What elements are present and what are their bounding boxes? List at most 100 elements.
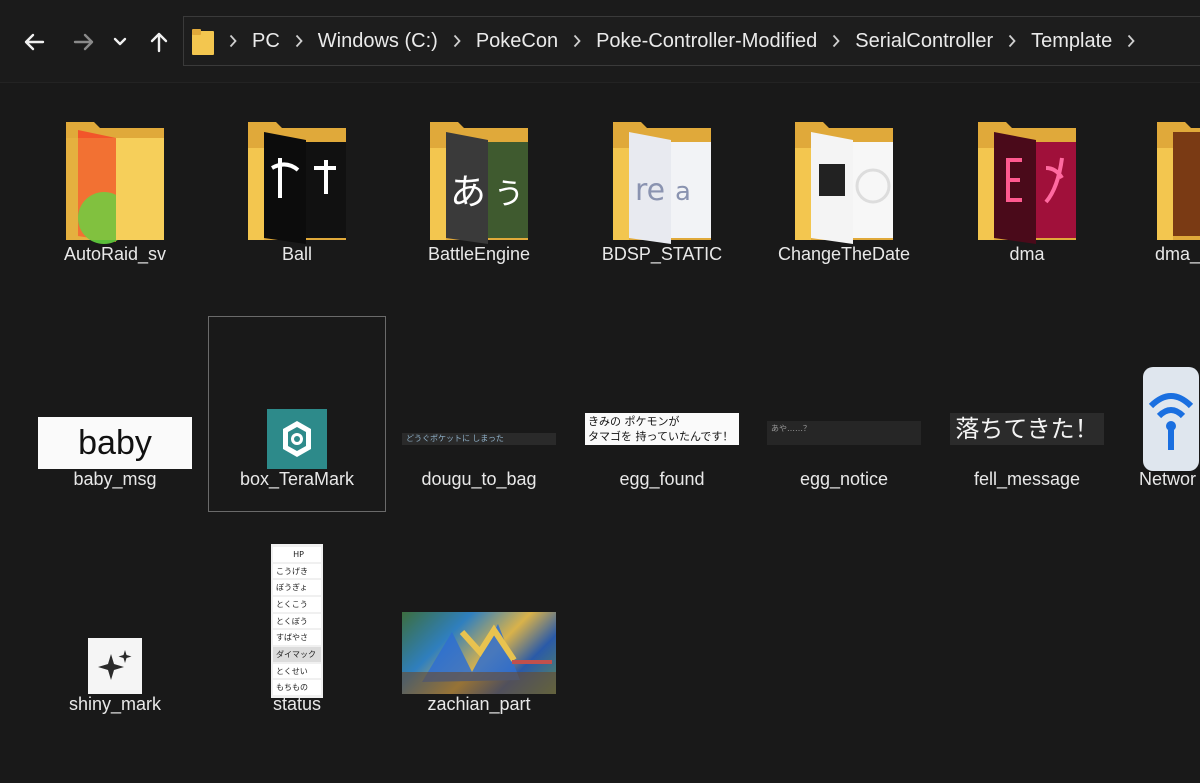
chevron-right-icon[interactable] [1122,34,1140,48]
image-item[interactable]: Networ [1120,320,1200,516]
network-icon [1143,367,1199,471]
egg-notice-preview: あや……？ [767,421,921,445]
breadcrumb-pc[interactable]: PC [242,30,290,53]
status-row: とくせい [273,663,321,679]
image-thumbnail: どうぐポケットに しまった [391,321,567,473]
folder-icon [192,29,214,55]
forward-button[interactable] [68,24,100,60]
recent-locations-button[interactable] [108,24,132,60]
image-thumbnail [1121,321,1199,473]
arrow-up-icon [150,32,168,53]
folder-item[interactable]: dma_ [1120,95,1200,291]
image-item[interactable]: 落ちてきた！ fell_message [938,320,1116,516]
breadcrumb-poke-controller-modified[interactable]: Poke-Controller-Modified [586,30,827,53]
status-row: もちもの [273,680,321,696]
arrow-right-icon [73,33,94,51]
folder-icon [978,122,1076,244]
item-label: BDSP_STATIC [601,244,723,264]
chevron-right-icon[interactable] [290,34,308,48]
folder-item[interactable]: Ball [208,95,386,291]
zachian-preview [402,612,556,694]
image-item-selected[interactable]: box_TeraMark [208,316,386,512]
back-button[interactable] [18,24,50,60]
folder-thumbnail [756,96,932,248]
item-label: zachian_part [427,694,531,714]
image-item[interactable]: zachian_part [390,545,568,741]
status-row: とくこう [273,597,321,612]
folder-item[interactable]: re a BDSP_STATIC [573,95,751,291]
image-item[interactable]: きみの ポケモンが タマゴを 持っていたんです！ egg_found [573,320,751,516]
item-label: Ball [281,244,312,264]
image-thumbnail: きみの ポケモンが タマゴを 持っていたんです！ [574,321,750,473]
status-row: ダイマック [273,647,321,662]
folder-thumbnail [939,96,1115,248]
folder-item[interactable]: AutoRaid_sv [26,95,204,291]
item-label: fell_message [973,469,1081,489]
navigation-bar: PC Windows (C:) PokeCon Poke-Controller-… [0,0,1200,83]
chevron-right-icon[interactable] [448,34,466,48]
image-item[interactable]: baby baby_msg [26,320,204,516]
image-thumbnail [209,321,385,473]
folder-icon: re a [613,122,711,244]
egg-found-line-2: タマゴを 持っていたんです！ [588,430,734,443]
item-label: baby_msg [73,469,157,489]
image-thumbnail [391,546,567,698]
image-thumbnail [27,546,203,698]
folder-item[interactable]: あ う BattleEngine [390,95,568,291]
image-item[interactable]: HP こうげき ぼうぎょ とくこう とくぼう すばやさ ダイマック とくせい も… [208,544,386,741]
svg-text:う: う [494,177,524,212]
status-preview: HP こうげき ぼうぎょ とくこう とくぼう すばやさ ダイマック とくせい も… [271,544,323,698]
image-thumbnail: あや……？ [756,321,932,473]
baby-preview: baby [38,417,192,469]
up-button[interactable] [143,24,175,60]
folder-item[interactable]: dma [938,95,1116,291]
status-row: HP [273,547,321,562]
folder-item[interactable]: ChangeTheDate [755,95,933,291]
folder-thumbnail [1121,96,1200,248]
status-row: すばやさ [273,630,321,646]
folder-icon [66,122,164,244]
image-item[interactable]: どうぐポケットに しまった dougu_to_bag [390,320,568,516]
folder-icon [795,122,893,244]
egg-found-line-1: きみの ポケモンが [588,415,680,428]
item-label: ChangeTheDate [777,244,911,264]
breadcrumb-pokecon[interactable]: PokeCon [466,30,568,53]
folder-icon: あ う [430,122,528,244]
image-thumbnail: HP こうげき ぼうぎょ とくこう とくぼう すばやさ ダイマック とくせい も… [209,544,385,698]
breadcrumb-serialcontroller[interactable]: SerialController [845,30,1003,53]
folder-thumbnail [27,96,203,248]
image-thumbnail: 落ちてきた！ [939,321,1115,473]
item-label: shiny_mark [68,694,162,714]
item-label: dma [1009,244,1045,264]
item-label: Networ [1139,469,1197,489]
status-row: こうげき [273,563,321,579]
image-item[interactable]: shiny_mark [26,545,204,741]
item-label: egg_notice [799,469,889,489]
svg-text:re: re [635,173,665,208]
fell-message-preview: 落ちてきた！ [950,413,1104,445]
folder-icon [248,122,346,244]
image-thumbnail: baby [27,321,203,473]
egg-found-preview: きみの ポケモンが タマゴを 持っていたんです！ [585,413,739,445]
item-label: AutoRaid_sv [63,244,167,264]
item-label: dougu_to_bag [421,469,537,489]
svg-text:a: a [675,177,691,207]
item-label: box_TeraMark [239,469,355,489]
item-label: status [272,694,322,714]
folder-icon [1157,122,1200,240]
address-bar[interactable]: PC Windows (C:) PokeCon Poke-Controller-… [183,16,1200,66]
image-item[interactable]: あや……？ egg_notice [755,320,933,516]
chevron-right-icon[interactable] [568,34,586,48]
breadcrumb-windows-c[interactable]: Windows (C:) [308,30,448,53]
chevron-right-icon[interactable] [1003,34,1021,48]
chevron-down-icon [113,37,127,46]
arrow-left-icon [24,33,45,51]
item-label: egg_found [619,469,705,489]
item-label: BattleEngine [427,244,531,264]
item-label: dma_ [1155,244,1200,264]
chevron-right-icon[interactable] [224,34,242,48]
chevron-right-icon[interactable] [827,34,845,48]
folder-thumbnail [209,96,385,248]
folder-thumbnail: re a [574,96,750,248]
breadcrumb-template[interactable]: Template [1021,30,1122,53]
